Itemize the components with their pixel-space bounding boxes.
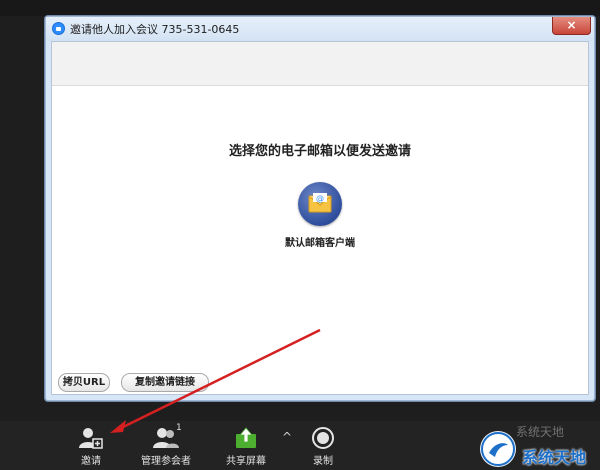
dialog-title: 邀请他人加入会议 735-531-0645 <box>70 23 240 36</box>
invite-button[interactable]: 邀请 <box>66 424 116 468</box>
email-choice-heading: 选择您的电子邮箱以便发送邀请 <box>228 144 411 159</box>
dialog-titlebar[interactable]: 邀请他人加入会议 735-531-0645 × <box>46 17 594 41</box>
invite-label: 邀请 <box>81 456 101 467</box>
default-email-client-label: 默认邮箱客户端 <box>285 238 355 249</box>
record-button[interactable]: 录制 <box>300 424 346 468</box>
share-screen-icon <box>233 426 259 450</box>
background-strip <box>0 0 600 16</box>
svg-text:@: @ <box>316 194 324 203</box>
copy-invite-link-button[interactable]: 复制邀请链接 <box>121 373 209 392</box>
watermark-text: 系统天地 <box>522 448 587 467</box>
close-button[interactable]: × <box>552 17 591 35</box>
watermark-logo-icon <box>480 431 516 467</box>
invite-dialog: 邀请他人加入会议 735-531-0645 × 选择您的电子邮箱以便发送邀请 @… <box>45 16 595 401</box>
share-screen-button[interactable]: 共享屏幕 <box>220 424 272 468</box>
dialog-content: 选择您的电子邮箱以便发送邀请 @ 默认邮箱客户端 拷贝URL 复制邀请链接 <box>51 41 589 395</box>
copy-url-button[interactable]: 拷贝URL <box>58 373 110 392</box>
record-icon <box>310 426 336 450</box>
add-user-icon <box>78 426 104 450</box>
manage-participants-button[interactable]: 1 管理参会者 <box>133 423 199 468</box>
manage-participants-label: 管理参会者 <box>141 456 191 467</box>
mail-envelope-icon: @ <box>298 182 342 226</box>
share-screen-label: 共享屏幕 <box>226 456 266 467</box>
watermark-faint-text: 系统天地 <box>516 425 565 439</box>
dialog-top-bar <box>52 42 588 86</box>
participant-count-badge: 1 <box>176 423 182 433</box>
default-email-client-option[interactable]: @ 默认邮箱客户端 <box>265 182 375 262</box>
zoom-logo-icon <box>52 22 65 35</box>
record-label: 录制 <box>313 456 333 467</box>
watermark: 系统天地 系统天地 <box>470 418 600 470</box>
share-options-chevron-icon[interactable]: ^ <box>280 430 294 444</box>
